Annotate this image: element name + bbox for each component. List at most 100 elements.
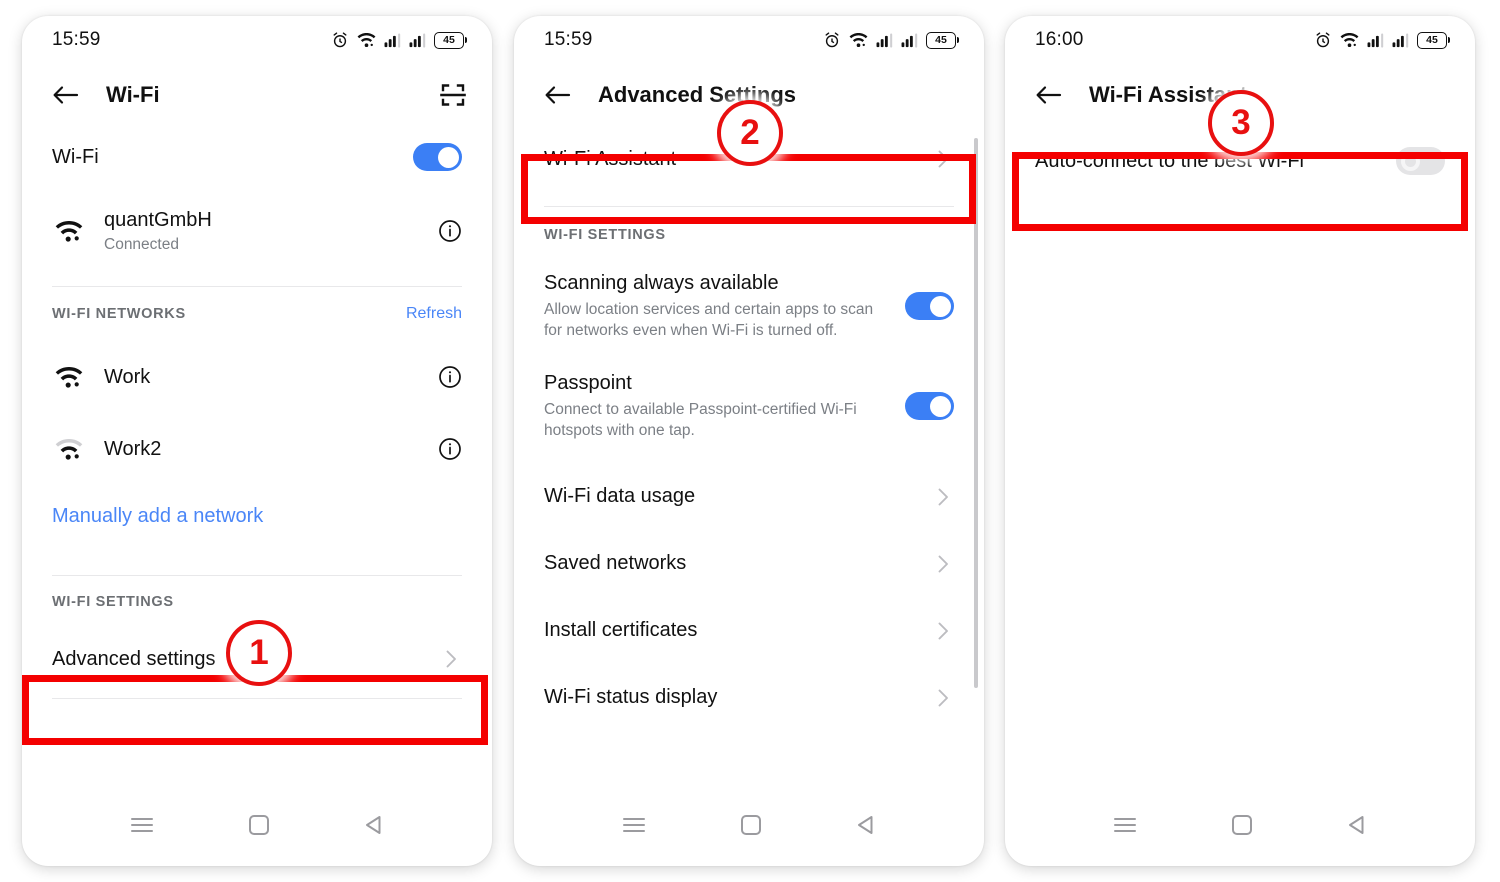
status-clock: 15:59 [52, 29, 101, 50]
back-arrow-icon[interactable] [544, 83, 572, 107]
battery-level: 45 [1426, 33, 1438, 46]
list-item-label: Install certificates [544, 619, 698, 641]
hamburger-icon[interactable] [129, 815, 155, 835]
alarm-icon [331, 31, 349, 49]
step-badge-2: 2 [717, 100, 783, 166]
square-icon[interactable] [248, 814, 270, 836]
passpoint-row[interactable]: Passpoint Connect to available Passpoint… [514, 363, 984, 449]
connected-network-row[interactable]: quantGmbH Connected [22, 194, 492, 268]
system-nav-bar [22, 802, 492, 848]
network-row-work2[interactable]: Work2 [22, 413, 492, 485]
battery-icon: 45 [1417, 31, 1450, 49]
step-badge-3: 3 [1208, 90, 1274, 156]
wifi-settings-section-header: WI-FI SETTINGS [514, 207, 984, 263]
list-item-label: Wi-Fi data usage [544, 485, 696, 507]
page-title: Wi-Fi Assistant [1089, 82, 1247, 107]
status-icons: 45 [331, 31, 467, 49]
wifi-status-display-row[interactable]: Wi-Fi status display [514, 664, 984, 731]
triangle-back-icon[interactable] [363, 814, 385, 836]
wifi-settings-header-label: WI-FI SETTINGS [52, 594, 174, 610]
passpoint-description: Connect to available Passpoint-certified… [544, 400, 857, 439]
square-icon[interactable] [1231, 814, 1253, 836]
scanning-toggle[interactable] [905, 292, 954, 320]
status-bar: 15:59 45 [514, 16, 984, 64]
wifi-master-row[interactable]: Wi-Fi [22, 126, 492, 188]
hamburger-icon[interactable] [621, 815, 647, 835]
battery-icon: 45 [926, 31, 959, 49]
status-clock: 15:59 [544, 29, 593, 50]
wifi-data-usage-row[interactable]: Wi-Fi data usage [514, 463, 984, 530]
passpoint-toggle[interactable] [905, 392, 954, 420]
manually-add-network-label: Manually add a network [52, 504, 264, 527]
connected-ssid: quantGmbH [104, 209, 212, 231]
battery-level: 45 [935, 33, 947, 46]
phone-screen-wifi: 15:59 45 Wi-Fi Wi-Fi quantGmbH Connected… [22, 16, 492, 866]
scanning-title: Scanning always available [544, 271, 779, 294]
saved-networks-row[interactable]: Saved networks [514, 530, 984, 597]
battery-icon: 45 [434, 31, 467, 49]
refresh-link[interactable]: Refresh [406, 305, 462, 323]
square-icon[interactable] [740, 814, 762, 836]
network-ssid: Work [104, 365, 151, 388]
chevron-right-icon [440, 648, 462, 670]
chevron-right-icon [932, 148, 954, 170]
status-clock: 16:00 [1035, 29, 1084, 50]
chevron-right-icon [932, 620, 954, 642]
info-icon[interactable] [438, 219, 462, 243]
battery-level: 45 [443, 33, 455, 46]
connected-status: Connected [104, 236, 179, 253]
status-icons: 45 [823, 31, 959, 49]
status-icons: 45 [1314, 31, 1450, 49]
qr-scan-icon[interactable] [440, 82, 466, 108]
auto-connect-toggle[interactable] [1396, 147, 1445, 175]
signal-bars-icon-2 [901, 32, 918, 48]
back-arrow-icon[interactable] [52, 83, 80, 107]
wifi-secured-weak-icon [52, 437, 86, 461]
manually-add-network-row[interactable]: Manually add a network [22, 485, 492, 547]
list-item-label: Wi-Fi status display [544, 686, 718, 708]
system-nav-bar [1005, 802, 1475, 848]
back-arrow-icon[interactable] [1035, 83, 1063, 107]
system-nav-bar [514, 802, 984, 848]
triangle-back-icon[interactable] [855, 814, 877, 836]
chevron-right-icon [932, 486, 954, 508]
screenshot-stage: 15:59 45 Wi-Fi Wi-Fi quantGmbH Connected… [0, 0, 1500, 882]
step-badge-1: 1 [226, 620, 292, 686]
install-certificates-row[interactable]: Install certificates [514, 597, 984, 664]
wifi-status-icon [357, 32, 376, 48]
triangle-back-icon[interactable] [1346, 814, 1368, 836]
wifi-status-icon [1340, 32, 1359, 48]
scrollbar[interactable] [974, 138, 978, 688]
info-icon[interactable] [438, 437, 462, 461]
networks-header-label: WI-FI NETWORKS [52, 306, 186, 322]
networks-section-header: WI-FI NETWORKS Refresh [22, 287, 492, 341]
info-icon[interactable] [438, 365, 462, 389]
network-ssid: Work2 [104, 437, 162, 460]
signal-bars-icon-1 [876, 32, 893, 48]
alarm-icon [823, 31, 841, 49]
list-item-label: Saved networks [544, 552, 687, 574]
app-bar: Wi-Fi [22, 64, 492, 126]
wifi-master-toggle[interactable] [413, 143, 462, 171]
wifi-settings-header-label: WI-FI SETTINGS [544, 227, 666, 243]
passpoint-title: Passpoint [544, 371, 632, 394]
network-row-work[interactable]: Work [22, 341, 492, 413]
signal-bars-icon-2 [409, 32, 426, 48]
scanning-always-available-row[interactable]: Scanning always available Allow location… [514, 263, 984, 349]
page-title: Advanced Settings [598, 82, 797, 107]
scanning-description: Allow location services and certain apps… [544, 300, 874, 339]
chevron-right-icon [932, 687, 954, 709]
signal-bars-icon-1 [384, 32, 401, 48]
wifi-status-icon [849, 32, 868, 48]
status-bar: 15:59 45 [22, 16, 492, 64]
page-title: Wi-Fi [106, 82, 160, 107]
wifi-secured-icon [52, 219, 86, 243]
chevron-right-icon [932, 553, 954, 575]
alarm-icon [1314, 31, 1332, 49]
auto-connect-label: Auto-connect to the best Wi-Fi [1035, 149, 1305, 172]
signal-bars-icon-1 [1367, 32, 1384, 48]
wifi-secured-icon [52, 365, 86, 389]
hamburger-icon[interactable] [1112, 815, 1138, 835]
status-bar: 16:00 45 [1005, 16, 1475, 64]
signal-bars-icon-2 [1392, 32, 1409, 48]
